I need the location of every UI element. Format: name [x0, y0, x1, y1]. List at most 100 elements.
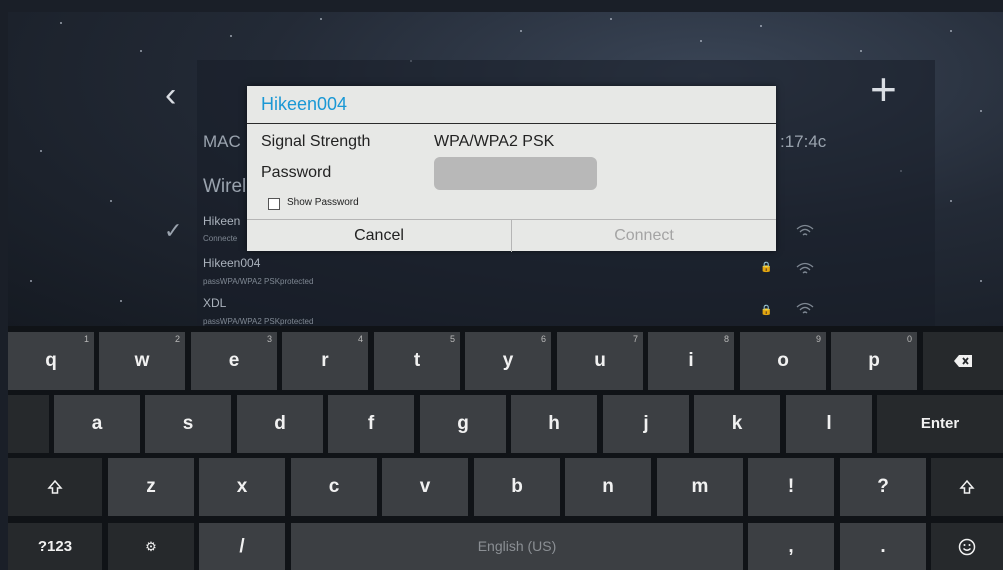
- key-exclamation[interactable]: !: [748, 458, 834, 516]
- key-s[interactable]: s: [145, 395, 231, 453]
- key-m[interactable]: m: [657, 458, 743, 516]
- key-question[interactable]: ?: [840, 458, 926, 516]
- keyboard-settings-icon: ⚙: [145, 539, 157, 554]
- key-comma[interactable]: ,: [748, 523, 834, 570]
- network-name[interactable]: Hikeen004: [203, 256, 260, 270]
- lock-icon: 🔒: [760, 305, 773, 316]
- key-label: q: [45, 350, 57, 371]
- key-label: o: [777, 350, 789, 371]
- cancel-button[interactable]: Cancel: [247, 220, 512, 252]
- key-b[interactable]: b: [474, 458, 560, 516]
- shift-left-key[interactable]: [8, 458, 102, 516]
- key-label: y: [502, 350, 514, 371]
- key-y[interactable]: y6: [465, 332, 551, 390]
- symbols-key[interactable]: ?123: [8, 523, 102, 570]
- space-key[interactable]: English (US): [291, 523, 743, 570]
- shift-icon: [959, 479, 975, 494]
- key-u[interactable]: u7: [557, 332, 643, 390]
- mac-value: :17:4c: [780, 132, 827, 151]
- key-c[interactable]: c: [291, 458, 377, 516]
- wifi-signal-icon: [796, 302, 814, 314]
- signal-strength-label: Signal Strength: [261, 133, 371, 150]
- key-f[interactable]: f: [328, 395, 414, 453]
- key-label: w: [134, 350, 150, 371]
- security-value: WPA/WPA2 PSK: [434, 133, 555, 150]
- key-a[interactable]: a: [54, 395, 140, 453]
- enter-key[interactable]: Enter: [877, 395, 1003, 453]
- key-hint: 7: [632, 334, 638, 344]
- network-status: passWPA/WPA2 PSKprotected: [203, 317, 314, 326]
- keyboard-settings-key[interactable]: ⚙: [108, 523, 194, 570]
- star: [980, 280, 982, 282]
- key-hint: 6: [540, 334, 546, 344]
- star: [30, 280, 32, 282]
- dialog-title: Hikeen004: [261, 94, 348, 114]
- shift-icon: [47, 479, 63, 494]
- network-status: passWPA/WPA2 PSKprotected: [203, 277, 314, 286]
- key-j[interactable]: j: [603, 395, 689, 453]
- star: [610, 18, 612, 20]
- mac-label: MAC: [203, 132, 241, 151]
- key-l[interactable]: l: [786, 395, 872, 453]
- star: [60, 22, 62, 24]
- star: [950, 30, 952, 32]
- key-d[interactable]: d: [237, 395, 323, 453]
- key-hint: 8: [723, 334, 729, 344]
- key-e[interactable]: e3: [191, 332, 277, 390]
- show-password-checkbox[interactable]: [268, 198, 280, 210]
- connected-check-icon: ✓: [164, 218, 183, 243]
- key-g[interactable]: g: [420, 395, 506, 453]
- star: [230, 35, 232, 37]
- key-hint: 5: [449, 334, 455, 344]
- connect-button[interactable]: Connect: [512, 220, 776, 252]
- emoji-key[interactable]: [931, 523, 1003, 570]
- show-password-label[interactable]: Show Password: [287, 197, 359, 208]
- star: [140, 50, 142, 52]
- key-x[interactable]: x: [199, 458, 285, 516]
- star: [320, 18, 322, 20]
- key-label: p: [868, 350, 880, 371]
- key-period[interactable]: .: [840, 523, 926, 570]
- key-o[interactable]: o9: [740, 332, 826, 390]
- key-label: e: [228, 350, 240, 371]
- key-label: u: [594, 350, 606, 371]
- key-hint: 9: [815, 334, 821, 344]
- row2-spacer-left: [8, 395, 49, 453]
- wifi-signal-icon: [796, 262, 814, 274]
- key-hint: 3: [266, 334, 272, 344]
- key-t[interactable]: t5: [374, 332, 460, 390]
- key-slash[interactable]: /: [199, 523, 285, 570]
- add-network-button[interactable]: +: [870, 66, 897, 112]
- key-label: i: [688, 350, 694, 371]
- key-z[interactable]: z: [108, 458, 194, 516]
- wireless-label: Wirel: [203, 176, 247, 197]
- wifi-password-dialog: Hikeen004 Signal Strength WPA/WPA2 PSK P…: [247, 86, 776, 252]
- key-hint: 2: [174, 334, 180, 344]
- network-name[interactable]: Hikeen: [203, 214, 240, 228]
- key-r[interactable]: r4: [282, 332, 368, 390]
- password-label: Password: [261, 164, 332, 181]
- key-p[interactable]: p0: [831, 332, 917, 390]
- shift-right-key[interactable]: [931, 458, 1003, 516]
- key-w[interactable]: w2: [99, 332, 185, 390]
- key-h[interactable]: h: [511, 395, 597, 453]
- key-label: r: [321, 350, 329, 371]
- backspace-key[interactable]: [923, 332, 1003, 390]
- star: [110, 200, 112, 202]
- key-n[interactable]: n: [565, 458, 651, 516]
- lock-icon: 🔒: [760, 262, 773, 273]
- star: [40, 150, 42, 152]
- key-v[interactable]: v: [382, 458, 468, 516]
- key-label: t: [413, 350, 421, 371]
- title-divider: [247, 123, 776, 124]
- password-input[interactable]: [434, 157, 597, 190]
- key-k[interactable]: k: [694, 395, 780, 453]
- back-button[interactable]: ‹: [165, 78, 176, 112]
- star: [860, 50, 862, 52]
- star: [760, 25, 762, 27]
- key-q[interactable]: q1: [8, 332, 94, 390]
- emoji-icon: [958, 538, 976, 556]
- network-name[interactable]: XDL: [203, 296, 226, 310]
- key-i[interactable]: i8: [648, 332, 734, 390]
- star: [120, 300, 122, 302]
